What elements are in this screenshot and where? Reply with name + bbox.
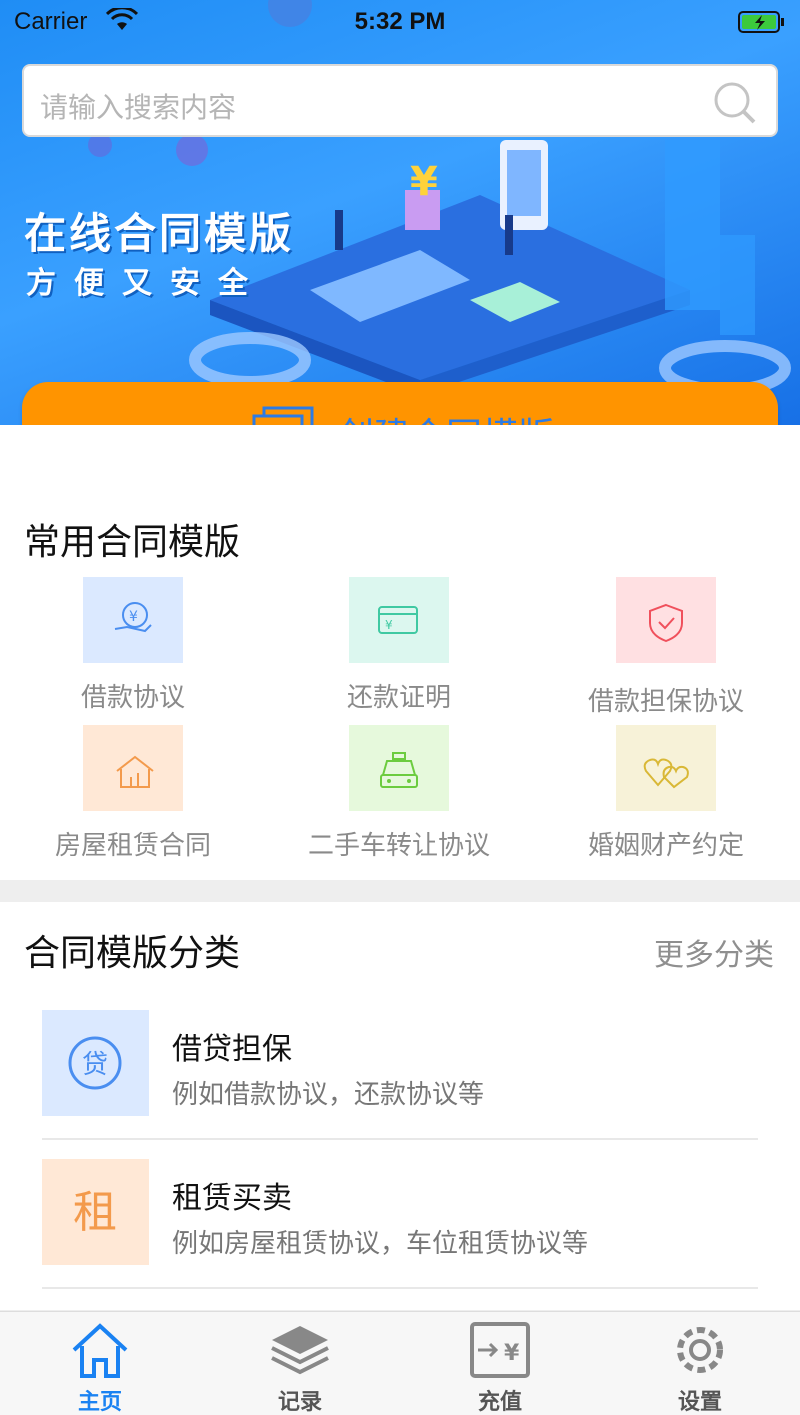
tab-label: 充值 <box>477 1390 522 1415</box>
tab-home[interactable]: 主页 <box>0 1312 200 1415</box>
more-categories-link[interactable]: 更多分类 <box>654 930 774 974</box>
category-title: 借贷担保 <box>172 1032 292 1067</box>
loan-glyph-icon: 贷 <box>68 1036 122 1090</box>
category-description: 例如房屋租赁协议，车位租赁协议等 <box>172 1229 589 1259</box>
svg-text:租: 租 <box>73 1187 117 1238</box>
category-title: 租赁买卖 <box>172 1181 292 1216</box>
home-icon <box>72 1323 128 1378</box>
category-description: 例如借款协议，还款协议等 <box>172 1080 485 1110</box>
template-tile-used-car[interactable]: 二手车转让协议 <box>266 725 532 875</box>
status-time: 5:32 PM <box>354 8 446 35</box>
tile-label: 借款担保协议 <box>587 687 744 717</box>
divider <box>42 1138 758 1140</box>
repayment-card-icon: ¥ <box>378 606 418 634</box>
tile-label: 房屋租赁合同 <box>54 831 211 861</box>
template-tile-marriage-property[interactable]: 婚姻财产约定 <box>533 725 799 875</box>
tile-icon-box <box>349 725 449 811</box>
divider <box>42 1287 758 1289</box>
banner[interactable]: ¥ Carrier 5:32 PM 请输入搜索内容 在线合同模版 方便又安全 <box>0 0 800 425</box>
lease-glyph-icon: 租 <box>73 1187 117 1238</box>
tile-label: 二手车转让协议 <box>307 831 490 861</box>
section-title: 常用合同模版 <box>24 522 241 563</box>
recharge-icon: ¥ <box>470 1322 530 1378</box>
tile-icon-box <box>616 577 716 663</box>
loan-icon: ¥ <box>114 602 152 633</box>
tile-icon-box: ¥ <box>83 577 183 663</box>
category-item-loan-guarantee[interactable]: 贷 借贷担保 例如借款协议，还款协议等 <box>42 1010 758 1140</box>
template-tile-guarantee[interactable]: 借款担保协议 <box>533 577 799 727</box>
hearts-icon <box>643 758 689 789</box>
svg-text:贷: 贷 <box>82 1050 108 1080</box>
house-icon <box>116 755 154 788</box>
tab-settings[interactable]: 设置 <box>600 1312 800 1415</box>
template-tile-loan[interactable]: ¥ 借款协议 <box>0 577 266 727</box>
tile-icon-box <box>616 725 716 811</box>
tab-label: 主页 <box>77 1390 122 1415</box>
gear-icon <box>677 1327 723 1373</box>
search-input[interactable]: 请输入搜索内容 <box>40 86 236 126</box>
layers-icon <box>271 1326 329 1375</box>
banner-title: 在线合同模版 <box>24 209 295 258</box>
battery-icon <box>738 11 784 33</box>
tile-label: 还款证明 <box>346 683 451 713</box>
template-tile-repayment[interactable]: ¥ 还款证明 <box>266 577 532 727</box>
shield-check-icon <box>649 603 683 643</box>
svg-text:¥: ¥ <box>504 1341 520 1366</box>
tile-icon-box <box>83 725 183 811</box>
svg-text:¥: ¥ <box>410 159 438 205</box>
section-title: 合同模版分类 <box>24 933 241 974</box>
search-icon[interactable] <box>712 80 758 126</box>
common-templates-section: 常用合同模版 ¥ 借款协议 ¥ 还款证明 借款担保协议 房屋租赁合同 二手车转让… <box>0 425 800 880</box>
category-icon-box: 租 <box>42 1159 149 1265</box>
search-bar[interactable]: 请输入搜索内容 <box>22 64 778 137</box>
svg-text:¥: ¥ <box>129 609 138 625</box>
status-bar: Carrier 5:32 PM <box>0 0 800 44</box>
car-icon <box>380 752 418 788</box>
tab-label: 设置 <box>677 1390 722 1415</box>
tab-records[interactable]: 记录 <box>200 1312 400 1415</box>
category-item-lease-trade[interactable]: 租 租赁买卖 例如房屋租赁协议，车位租赁协议等 <box>42 1159 758 1289</box>
tile-label: 借款协议 <box>80 683 185 713</box>
tab-recharge[interactable]: ¥ 充值 <box>400 1312 600 1415</box>
category-icon-box: 贷 <box>42 1010 149 1116</box>
banner-subtitle: 方便又安全 <box>26 266 266 301</box>
template-tile-house-lease[interactable]: 房屋租赁合同 <box>0 725 266 875</box>
tile-icon-box: ¥ <box>349 577 449 663</box>
tab-label: 记录 <box>277 1390 322 1415</box>
tile-label: 婚姻财产约定 <box>587 831 744 861</box>
svg-text:¥: ¥ <box>385 618 393 632</box>
template-categories-section: 合同模版分类 更多分类 贷 借贷担保 例如借款协议，还款协议等 租 租赁买卖 例… <box>0 902 800 1310</box>
tab-bar: 主页 记录 ¥ 充值 设置 <box>0 1311 800 1415</box>
